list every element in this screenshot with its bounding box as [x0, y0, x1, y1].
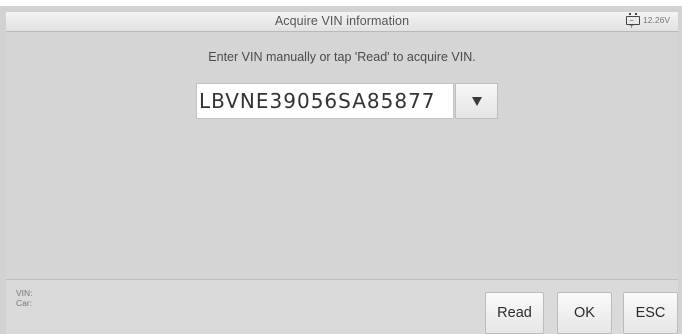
vin-label: VIN:: [16, 288, 33, 298]
instruction-text: Enter VIN manually or tap 'Read' to acqu…: [208, 50, 476, 64]
vin-history-dropdown-button[interactable]: [455, 83, 498, 119]
vin-input[interactable]: [196, 83, 454, 119]
voltage-readout: 12.26V: [643, 15, 670, 25]
read-button[interactable]: Read: [485, 292, 544, 334]
esc-button[interactable]: ESC: [623, 292, 678, 334]
ok-button[interactable]: OK: [557, 292, 612, 334]
page-title: Acquire VIN information: [274, 14, 410, 28]
main-content: Enter VIN manually or tap 'Read' to acqu…: [6, 32, 678, 279]
app-frame: Acquire VIN information −+ 12.26V Enter …: [0, 6, 682, 334]
caret-down-icon: [471, 96, 482, 106]
screen: Acquire VIN information −+ 12.26V Enter …: [0, 0, 682, 334]
title-bar: Acquire VIN information −+ 12.26V: [6, 12, 678, 32]
car-label: Car:: [16, 298, 33, 308]
battery-icon: −+: [626, 13, 641, 29]
battery-status: −+ 12.26V: [626, 13, 670, 29]
vehicle-info: VIN: Car:: [16, 288, 33, 308]
bottom-bar: VIN: Car: Read OK ESC: [6, 279, 678, 334]
